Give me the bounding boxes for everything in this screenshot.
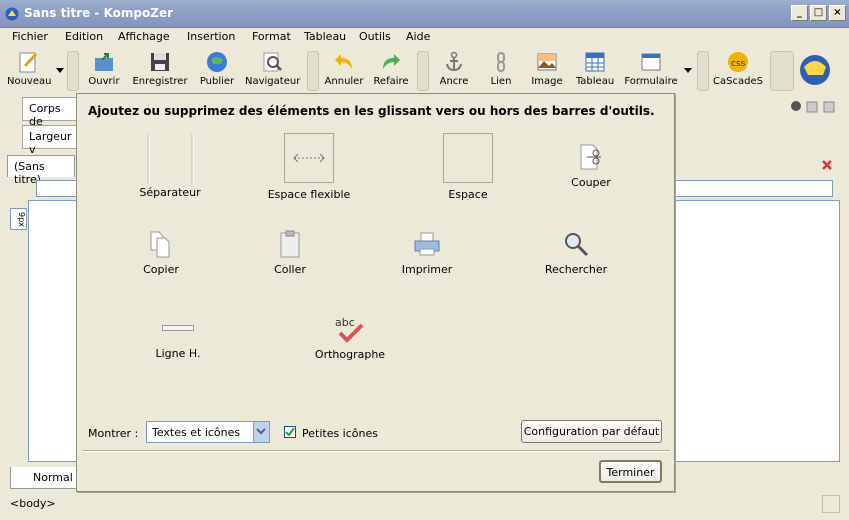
form-window-icon bbox=[641, 53, 661, 71]
flexible-space-icon bbox=[284, 133, 334, 183]
palette-separator[interactable]: Séparateur bbox=[110, 132, 230, 202]
floppy-disk-icon bbox=[151, 53, 169, 71]
layer-icon[interactable] bbox=[789, 99, 803, 113]
paragraph-format-select[interactable]: Corps de bbox=[22, 97, 82, 128]
menu-fichier[interactable]: Fichier bbox=[12, 30, 48, 43]
magnifier-icon bbox=[565, 233, 589, 257]
checkmark-icon bbox=[285, 427, 295, 437]
menu-outils[interactable]: Outils bbox=[359, 30, 391, 43]
palette-find[interactable]: Rechercher bbox=[516, 229, 636, 277]
status-bar bbox=[0, 491, 849, 520]
picture-icon bbox=[537, 53, 557, 71]
show-mode-select[interactable]: Textes et icônes bbox=[146, 421, 270, 443]
open-button[interactable]: Ouvrir bbox=[84, 50, 124, 92]
toolbar-separator bbox=[307, 51, 319, 91]
kompozer-icon bbox=[5, 7, 19, 21]
scissors-icon bbox=[580, 144, 601, 170]
dialog-heading: Ajoutez ou supprimez des éléments en les… bbox=[88, 104, 655, 118]
palette-spellcheck[interactable]: abc Orthographe bbox=[290, 314, 410, 362]
close-tab-icon[interactable] bbox=[821, 159, 833, 171]
new-button[interactable]: Nouveau bbox=[7, 50, 51, 92]
menu-aide[interactable]: Aide bbox=[406, 30, 430, 43]
globe-publish-icon bbox=[207, 52, 227, 72]
window-title: Sans titre - KompoZer bbox=[24, 6, 174, 20]
toolbar-separator bbox=[697, 51, 709, 91]
palette-print[interactable]: Imprimer bbox=[367, 229, 487, 277]
table-grid-icon bbox=[585, 52, 605, 72]
form-dropdown-icon[interactable] bbox=[684, 68, 692, 73]
palette-flexible-space[interactable]: Espace flexible bbox=[249, 132, 369, 204]
normal-mode-tab[interactable]: Normal bbox=[10, 467, 78, 489]
dialog-divider bbox=[83, 450, 670, 452]
form-button[interactable]: Formulaire bbox=[624, 50, 678, 92]
small-icons-label[interactable]: Petites icônes bbox=[302, 427, 378, 440]
customize-toolbar-dialog: Ajoutez ou supprimez des éléments en les… bbox=[76, 93, 675, 492]
globe-throbber-icon[interactable] bbox=[798, 53, 832, 87]
menu-tableau[interactable]: Tableau bbox=[304, 30, 346, 43]
chain-link-icon bbox=[497, 52, 505, 72]
menu-format[interactable]: Format bbox=[252, 30, 291, 43]
done-button[interactable]: Terminer bbox=[599, 460, 662, 483]
vertical-ruler: 9px bbox=[10, 208, 27, 230]
image-button[interactable]: Image bbox=[528, 50, 566, 92]
table-button[interactable]: Tableau bbox=[575, 50, 615, 92]
palette-cut[interactable]: Couper bbox=[531, 142, 651, 192]
redo-button[interactable]: Refaire bbox=[371, 50, 411, 92]
menu-affichage[interactable]: Affichage bbox=[118, 30, 170, 43]
palette-copy[interactable]: Copier bbox=[101, 229, 221, 277]
copy-icon bbox=[150, 231, 170, 258]
title-bar: Sans titre - KompoZer _ □ × bbox=[0, 0, 849, 28]
show-mode-dropdown[interactable] bbox=[253, 422, 269, 442]
toolbar-separator bbox=[417, 51, 429, 91]
horizontal-line-icon bbox=[162, 325, 194, 331]
new-page-icon bbox=[19, 52, 38, 73]
show-label: Montrer : bbox=[88, 427, 139, 440]
undo-arrow-icon bbox=[335, 54, 352, 69]
new-dropdown-icon[interactable] bbox=[56, 68, 64, 73]
palette-hline[interactable]: Ligne H. bbox=[118, 319, 238, 361]
link-button[interactable]: Lien bbox=[483, 50, 519, 92]
printer-icon bbox=[414, 232, 440, 256]
css-icon: css bbox=[728, 52, 748, 72]
element-path[interactable]: <body> bbox=[10, 497, 56, 510]
anchor-icon bbox=[446, 51, 462, 72]
cascades-button[interactable]: css CaScadeS bbox=[713, 50, 763, 92]
main-toolbar: Nouveau Ouvrir Enregistrer Publier Navig… bbox=[0, 47, 849, 95]
palette-paste[interactable]: Coller bbox=[230, 229, 350, 277]
maximize-button[interactable]: □ bbox=[810, 5, 827, 21]
restore-default-button[interactable]: Configuration par défaut bbox=[521, 420, 662, 443]
menu-bar: Fichier Edition Affichage Insertion Form… bbox=[0, 28, 849, 47]
open-folder-icon bbox=[95, 53, 113, 71]
menu-edition[interactable]: Edition bbox=[65, 30, 103, 43]
space-icon bbox=[443, 133, 493, 183]
separator-icon bbox=[147, 134, 194, 184]
clipboard-icon bbox=[280, 230, 300, 258]
width-select[interactable]: Largeur v bbox=[22, 125, 82, 156]
magnifier-page-icon bbox=[263, 52, 282, 72]
undo-button[interactable]: Annuler bbox=[323, 50, 365, 92]
chevron-down-icon bbox=[256, 428, 266, 435]
svg-text:abc: abc bbox=[335, 316, 355, 329]
layer-up-icon[interactable] bbox=[822, 100, 836, 114]
minimize-button[interactable]: _ bbox=[791, 5, 808, 21]
menu-insertion[interactable]: Insertion bbox=[187, 30, 235, 43]
anchor-button[interactable]: Ancre bbox=[436, 50, 472, 92]
small-icons-checkbox[interactable] bbox=[284, 426, 296, 438]
save-button[interactable]: Enregistrer bbox=[131, 50, 189, 92]
close-button[interactable]: × bbox=[829, 5, 846, 21]
status-panel bbox=[822, 495, 840, 513]
publish-button[interactable]: Publier bbox=[198, 50, 236, 92]
redo-arrow-icon bbox=[383, 54, 400, 69]
layer-down-icon[interactable] bbox=[805, 100, 819, 114]
document-tab[interactable]: (Sans titre) bbox=[7, 155, 75, 186]
palette-space[interactable]: Espace bbox=[408, 132, 528, 204]
toolbar-separator bbox=[770, 51, 794, 91]
browse-button[interactable]: Navigateur bbox=[245, 50, 300, 92]
svg-text:css: css bbox=[731, 59, 746, 69]
spellcheck-icon: abc bbox=[335, 316, 364, 343]
toolbar-separator bbox=[67, 51, 79, 91]
